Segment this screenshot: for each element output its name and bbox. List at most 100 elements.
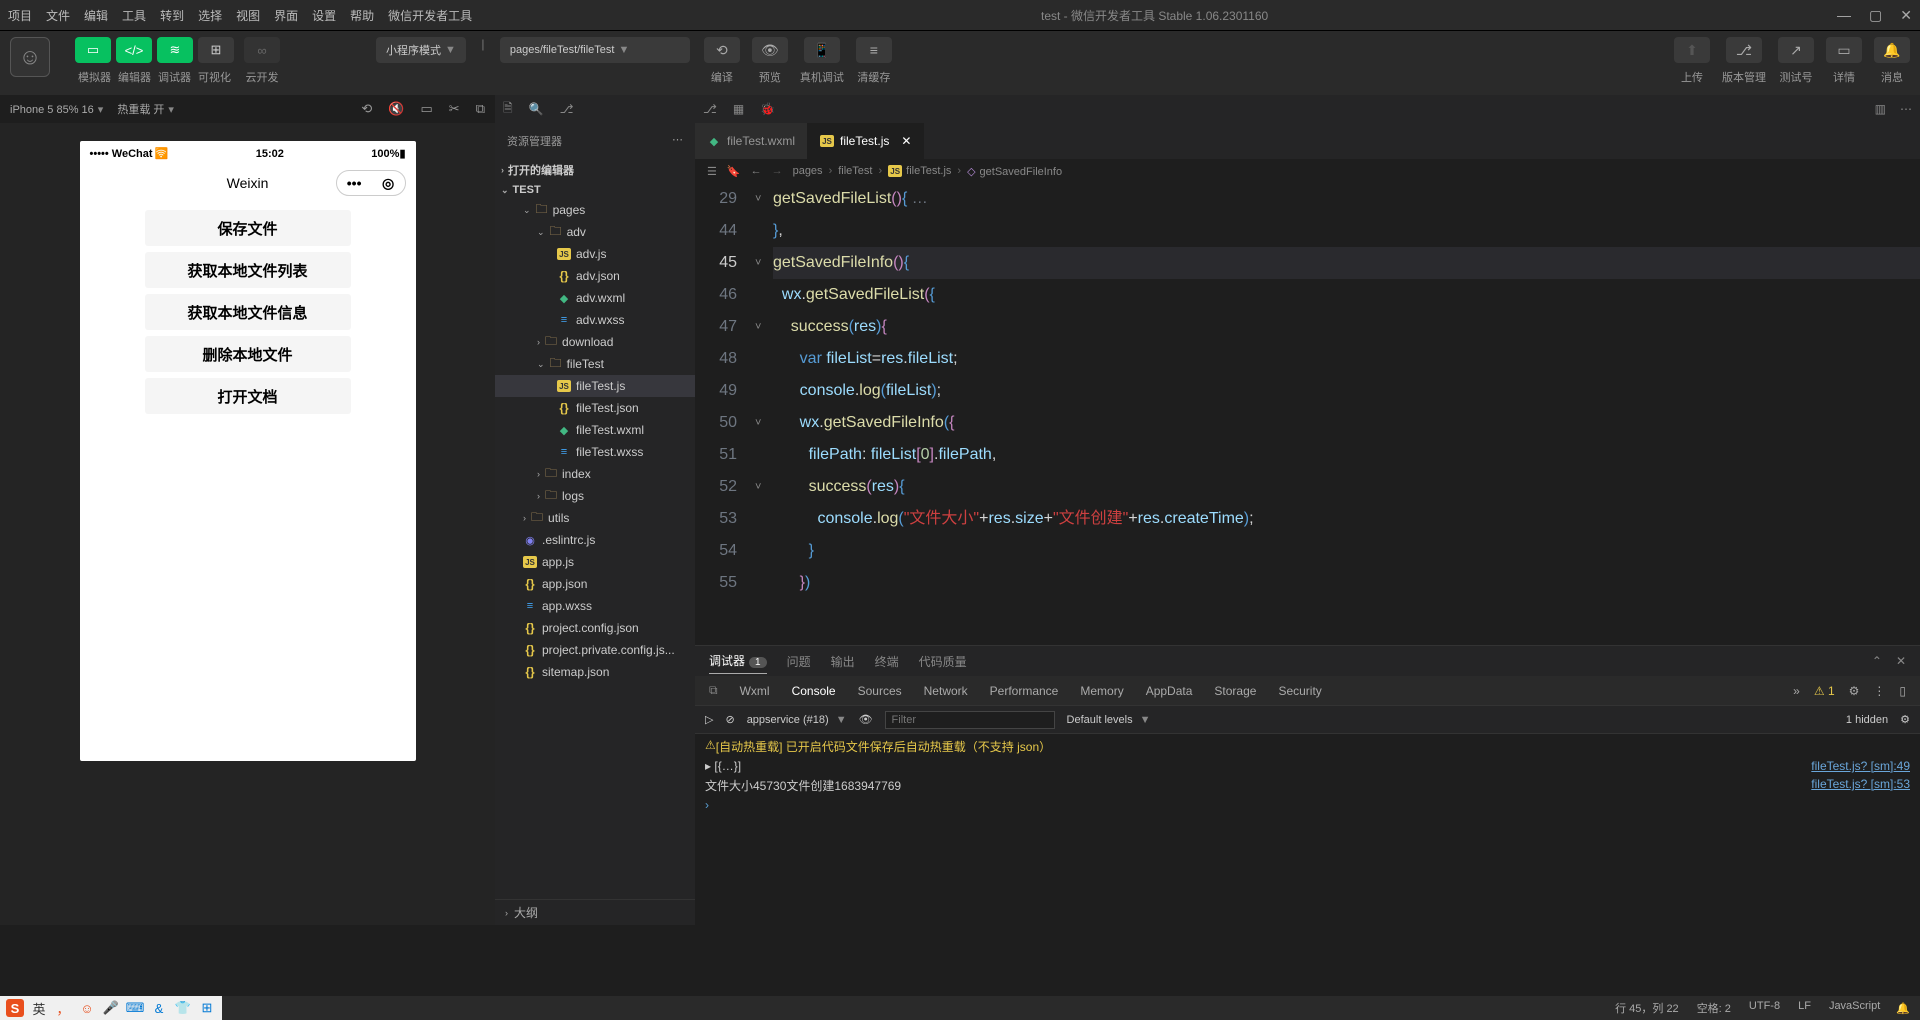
git-icon[interactable]: ⎇ — [703, 102, 717, 116]
tree-item[interactable]: ◆fileTest.wxml — [495, 419, 695, 441]
debugger-button[interactable]: ≋ — [157, 37, 193, 63]
tree-item[interactable]: ≡adv.wxss — [495, 309, 695, 331]
forward-icon[interactable]: → — [772, 165, 783, 177]
menu-帮助[interactable]: 帮助 — [350, 7, 374, 24]
device-select[interactable]: iPhone 5 85% 16▾ — [10, 103, 103, 116]
tree-item[interactable]: {}sitemap.json — [495, 661, 695, 683]
tree-item[interactable]: ⌄🗀adv — [495, 221, 695, 243]
close-icon[interactable]: ✕ — [1900, 7, 1912, 24]
list-icon[interactable]: ☰ — [707, 165, 717, 178]
maximize-icon[interactable]: ▢ — [1869, 7, 1882, 24]
app-button[interactable]: 保存文件 — [145, 210, 351, 246]
filter-input[interactable] — [885, 711, 1055, 729]
visual-button[interactable]: ⊞ — [198, 37, 234, 63]
panel-tab[interactable]: 输出 — [831, 649, 855, 674]
outline-section[interactable]: ›大纲 — [495, 899, 695, 925]
devtool-tab[interactable]: Network — [924, 684, 968, 698]
tree-item[interactable]: ›🗀download — [495, 331, 695, 353]
files-icon[interactable]: 🗎 — [503, 99, 513, 120]
tree-item[interactable]: {}project.config.json — [495, 617, 695, 639]
devtool-tab[interactable]: Wxml — [740, 684, 770, 698]
status-item[interactable]: UTF-8 — [1749, 1000, 1780, 1016]
gear-icon[interactable]: ⚙ — [1900, 713, 1910, 726]
status-item[interactable]: LF — [1798, 1000, 1811, 1016]
project-root[interactable]: ⌄TEST — [495, 181, 695, 199]
预览-button[interactable]: 👁 — [752, 37, 788, 63]
版本管理-button[interactable]: ⎇ — [1726, 37, 1762, 63]
play-icon[interactable]: ▷ — [705, 713, 713, 726]
simulator-button[interactable]: ▭ — [75, 37, 111, 63]
breadcrumb-item[interactable]: fileTest — [838, 165, 872, 177]
清缓存-button[interactable]: ≡ — [856, 37, 892, 63]
context-select[interactable]: appservice (#18) ▼ — [747, 714, 847, 726]
avatar[interactable]: ☺ — [10, 37, 50, 77]
panel-tab[interactable]: 终端 — [875, 649, 899, 674]
mute-icon[interactable]: 🔇 — [388, 101, 404, 117]
tree-item[interactable]: ◉.eslintrc.js — [495, 529, 695, 551]
refresh-icon[interactable]: ⟲ — [361, 101, 372, 117]
menu-工具[interactable]: 工具 — [122, 7, 146, 24]
tree-item[interactable]: ›🗀utils — [495, 507, 695, 529]
ime-bar[interactable]: S 英 ， ☺ 🎤 ⌨ & 👕 ⊞ — [0, 996, 222, 1020]
tree-item[interactable]: ⌄🗀pages — [495, 199, 695, 221]
tree-item[interactable]: JSapp.js — [495, 551, 695, 573]
tree-item[interactable]: {}project.private.config.js... — [495, 639, 695, 661]
status-item[interactable]: JavaScript — [1829, 1000, 1880, 1016]
tree-item[interactable]: ⌄🗀fileTest — [495, 353, 695, 375]
editor-tab[interactable]: ◆fileTest.wxml — [695, 123, 808, 159]
app-button[interactable]: 删除本地文件 — [145, 336, 351, 372]
editor-button[interactable]: </> — [116, 37, 152, 63]
menu-文件[interactable]: 文件 — [46, 7, 70, 24]
panel-tab[interactable]: 代码质量 — [919, 649, 967, 674]
devtool-tab[interactable]: AppData — [1146, 684, 1193, 698]
真机调试-button[interactable]: 📱 — [804, 37, 840, 63]
clear-icon[interactable]: ⊘ — [725, 713, 734, 726]
back-icon[interactable]: ← — [751, 165, 762, 177]
play-mode-select[interactable]: 小程序模式▼ — [376, 37, 466, 63]
open-editors-section[interactable]: ›打开的编辑器 — [495, 159, 695, 181]
menu-转到[interactable]: 转到 — [160, 7, 184, 24]
devtool-tab[interactable]: Sources — [858, 684, 902, 698]
测试号-button[interactable]: ↗ — [1778, 37, 1814, 63]
app-button[interactable]: 打开文档 — [145, 378, 351, 414]
split-icon[interactable]: ▥ — [1875, 102, 1886, 116]
popout-icon[interactable]: ⧉ — [476, 101, 485, 117]
tree-item[interactable]: {}fileTest.json — [495, 397, 695, 419]
breadcrumb-item[interactable]: ◇getSavedFileInfo — [967, 165, 1062, 178]
status-item[interactable]: 空格: 2 — [1697, 1000, 1731, 1016]
panel-tab[interactable]: 调试器1 — [709, 648, 767, 674]
devtool-tab[interactable]: Storage — [1214, 684, 1256, 698]
more-icon[interactable]: ⋯ — [1900, 102, 1912, 116]
menu-icon[interactable]: ⋮ — [1873, 684, 1885, 698]
devtool-tab[interactable]: Security — [1278, 684, 1321, 698]
eye-icon[interactable]: 👁 — [859, 713, 873, 726]
bell-icon[interactable]: 🔔 — [1896, 1002, 1910, 1015]
more-icon[interactable]: ⋯ — [672, 133, 683, 149]
tree-item[interactable]: ›🗀logs — [495, 485, 695, 507]
collapse-icon[interactable]: ⌃ — [1872, 654, 1882, 668]
sim-capsule[interactable]: •••◎ — [336, 170, 406, 196]
ext-icon[interactable]: ▦ — [733, 102, 744, 116]
breadcrumb-item[interactable]: JSfileTest.js — [888, 165, 951, 178]
minimize-icon[interactable]: ― — [1837, 7, 1851, 24]
dock-icon[interactable]: ▯ — [1899, 684, 1906, 698]
warn-badge[interactable]: ⚠ 1 — [1814, 684, 1835, 698]
bookmark-icon[interactable]: 🔖 — [727, 165, 741, 178]
branch-icon[interactable]: ⎇ — [560, 102, 574, 116]
close-panel-icon[interactable]: ✕ — [1896, 654, 1906, 668]
devtool-tab[interactable]: Memory — [1080, 684, 1123, 698]
breadcrumb-item[interactable]: pages — [793, 165, 823, 177]
menu-选择[interactable]: 选择 — [198, 7, 222, 24]
消息-button[interactable]: 🔔 — [1874, 37, 1910, 63]
menu-界面[interactable]: 界面 — [274, 7, 298, 24]
menu-设置[interactable]: 设置 — [312, 7, 336, 24]
详情-button[interactable]: ▭ — [1826, 37, 1862, 63]
devtool-tab[interactable]: Console — [792, 684, 836, 698]
tree-item[interactable]: ≡app.wxss — [495, 595, 695, 617]
上传-button[interactable]: ⬆ — [1674, 37, 1710, 63]
tree-item[interactable]: ◆adv.wxml — [495, 287, 695, 309]
tree-item[interactable]: {}app.json — [495, 573, 695, 595]
page-path-select[interactable]: pages/fileTest/fileTest▼ — [500, 37, 690, 63]
cloud-button[interactable]: ∞ — [244, 37, 280, 63]
editor-tab[interactable]: JSfileTest.js✕ — [808, 123, 924, 159]
